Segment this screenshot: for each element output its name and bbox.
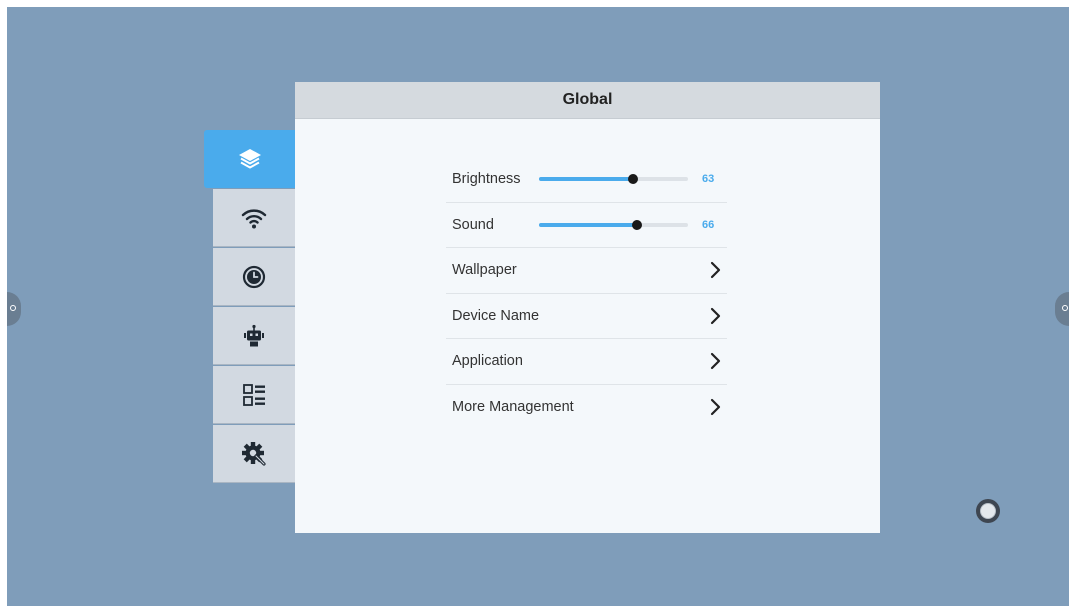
settings-list: Brightness 63 Sound 66 Wallpaper Device … bbox=[446, 157, 727, 429]
tab-system[interactable] bbox=[213, 425, 295, 483]
edge-handle-icon bbox=[1062, 305, 1068, 311]
robot-icon bbox=[241, 323, 267, 349]
wallpaper-label: Wallpaper bbox=[452, 262, 517, 279]
gear-wrench-icon bbox=[241, 441, 267, 467]
brightness-slider-knob[interactable] bbox=[627, 174, 638, 184]
sound-slider[interactable] bbox=[539, 219, 688, 230]
tab-applications[interactable] bbox=[213, 366, 295, 424]
floating-menu-button[interactable] bbox=[976, 499, 1000, 523]
wallpaper-row[interactable]: Wallpaper bbox=[446, 248, 727, 294]
wifi-icon bbox=[241, 205, 267, 231]
application-row[interactable]: Application bbox=[446, 339, 727, 385]
layers-icon bbox=[237, 146, 263, 172]
more-management-row[interactable]: More Management bbox=[446, 385, 727, 430]
brightness-row: Brightness 63 bbox=[446, 157, 727, 203]
device-name-label: Device Name bbox=[452, 307, 540, 324]
clock-icon bbox=[242, 265, 266, 289]
sound-row: Sound 66 bbox=[446, 203, 727, 248]
floating-button-icon bbox=[980, 503, 996, 519]
chevron-right-icon bbox=[709, 307, 721, 329]
more-management-label: More Management bbox=[452, 398, 574, 415]
panel-title: Global bbox=[295, 82, 880, 119]
brightness-slider-fill bbox=[539, 177, 633, 181]
chevron-right-icon bbox=[709, 398, 721, 420]
edge-handle-icon bbox=[10, 305, 16, 311]
sound-label: Sound bbox=[452, 216, 494, 233]
brightness-slider[interactable] bbox=[539, 174, 688, 184]
tab-general[interactable] bbox=[204, 130, 295, 188]
app-list-icon bbox=[241, 382, 267, 408]
tab-network[interactable] bbox=[213, 189, 295, 247]
sound-slider-fill bbox=[539, 222, 638, 227]
sound-value: 66 bbox=[702, 218, 715, 231]
sound-slider-knob[interactable] bbox=[632, 219, 643, 230]
application-label: Application bbox=[452, 353, 523, 370]
chevron-right-icon bbox=[709, 352, 721, 374]
tab-assistant[interactable] bbox=[213, 307, 295, 365]
chevron-right-icon bbox=[709, 261, 721, 283]
tab-date-time[interactable] bbox=[213, 248, 295, 306]
brightness-label: Brightness bbox=[452, 171, 521, 188]
right-edge-handle[interactable] bbox=[1055, 292, 1069, 326]
brightness-value: 63 bbox=[702, 173, 715, 186]
device-name-row[interactable]: Device Name bbox=[446, 294, 727, 339]
settings-panel: Global Brightness 63 Sound 66 Wallpaper … bbox=[295, 82, 880, 533]
left-edge-handle[interactable] bbox=[7, 292, 21, 326]
desktop: Global Brightness 63 Sound 66 Wallpaper … bbox=[7, 7, 1069, 606]
